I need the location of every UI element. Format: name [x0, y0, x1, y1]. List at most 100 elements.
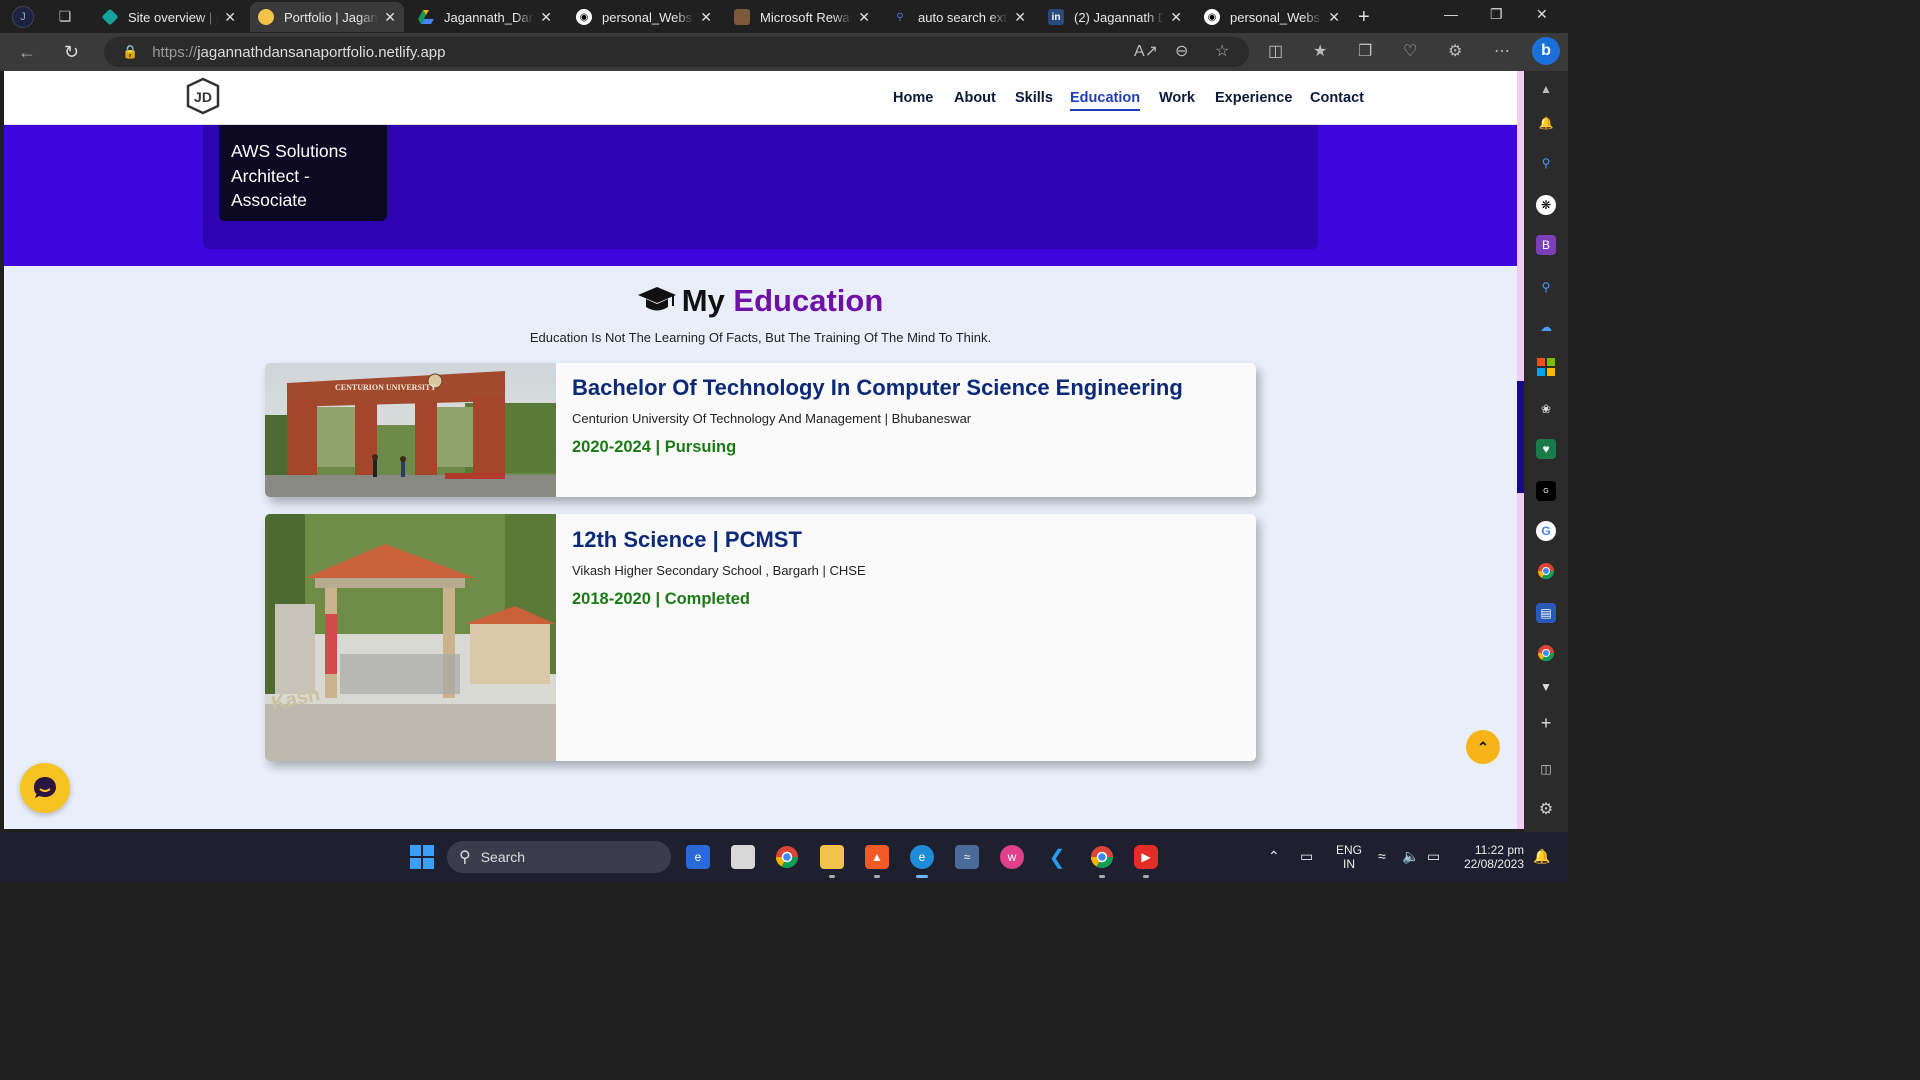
close-icon[interactable]: ✕	[1014, 9, 1026, 26]
taskbar-search[interactable]: ⚲ Search	[447, 841, 671, 873]
nav-about[interactable]: About	[954, 90, 996, 106]
onedrive-icon[interactable]: ☁	[1536, 317, 1556, 337]
search-icon[interactable]: ⚲	[1536, 153, 1556, 173]
minimize-icon[interactable]: —	[1444, 6, 1458, 22]
nav-contact[interactable]: Contact	[1310, 90, 1364, 106]
edge-icon[interactable]: e	[910, 845, 934, 869]
language-indicator[interactable]: ENG IN	[1336, 843, 1362, 871]
close-icon[interactable]: ✕	[858, 9, 870, 26]
heading-accent: Education	[733, 283, 884, 318]
page-scrollbar-thumb[interactable]	[1517, 381, 1524, 493]
close-icon[interactable]: ✕	[700, 9, 712, 26]
brave-icon[interactable]: ▲	[865, 845, 889, 869]
settings-gear-icon[interactable]: ⚙	[1536, 799, 1556, 819]
b-app-icon[interactable]: B	[1536, 235, 1556, 255]
youtube-icon[interactable]: ▶	[1134, 845, 1158, 869]
extensions-icon[interactable]: ⚙	[1448, 41, 1462, 61]
tab-github-1[interactable]: ◉ personal_Website ✕	[568, 2, 720, 32]
scroll-to-top-button[interactable]: ⌃	[1466, 730, 1500, 764]
sidebar-toggle-icon[interactable]: ◫	[1536, 759, 1556, 779]
bing-copilot-icon[interactable]: b	[1532, 37, 1560, 65]
more-menu-icon[interactable]: ⋯	[1494, 41, 1510, 61]
browser-essentials-icon[interactable]: ♡	[1403, 41, 1417, 61]
certification-card[interactable]: AWS Solutions Architect - Associate	[219, 125, 387, 221]
chatgpt-icon[interactable]: ❋	[1536, 195, 1556, 215]
zoom-icon[interactable]: ⊖	[1175, 41, 1188, 61]
clock[interactable]: 11:22 pm 22/08/2023	[1458, 843, 1524, 871]
centurion-university-image: CENTURION UNIVERSITY	[265, 363, 556, 497]
chrome-app-2-icon[interactable]	[1536, 643, 1556, 663]
education-card[interactable]: Kash 12th Science | PCMST Vikash Higher …	[265, 514, 1256, 761]
nav-experience[interactable]: Experience	[1215, 90, 1292, 106]
close-icon[interactable]: ✕	[224, 9, 236, 26]
chrome-icon[interactable]	[775, 845, 799, 869]
office-icon[interactable]	[1536, 357, 1556, 377]
search-icon: ⚲	[459, 849, 471, 866]
restore-icon[interactable]: ❐	[1490, 6, 1503, 23]
task-view-icon[interactable]	[731, 845, 755, 869]
tab-github-2[interactable]: ◉ personal_Website ✕	[1196, 2, 1348, 32]
tab-linkedin[interactable]: in (2) Jagannath Da ✕	[1040, 2, 1190, 32]
tab-portfolio[interactable]: Portfolio | Jaganr ✕	[250, 2, 404, 32]
url-field[interactable]: 🔒 https://jagannathdansanaportfolio.netl…	[104, 37, 1249, 67]
running-indicator	[829, 875, 835, 878]
chat-widget-button[interactable]	[20, 763, 70, 813]
add-icon[interactable]: +	[1536, 713, 1556, 733]
tab-auto-search[interactable]: ⚲ auto search exte ✕	[884, 2, 1034, 32]
notifications-icon[interactable]: 🔔	[1536, 113, 1556, 133]
grammarly-icon[interactable]: G	[1536, 481, 1556, 501]
wifi-icon[interactable]: ≈	[1378, 848, 1386, 864]
file-explorer-icon[interactable]	[820, 845, 844, 869]
drive-icon	[418, 9, 434, 25]
collections-icon[interactable]: ❐	[1358, 41, 1372, 61]
close-icon[interactable]: ✕	[384, 9, 396, 26]
split-screen-icon[interactable]: ◫	[1268, 41, 1283, 61]
back-icon[interactable]: ←	[18, 42, 36, 63]
vscode-icon[interactable]: ❮	[1045, 845, 1069, 869]
chrome-app-icon[interactable]	[1536, 561, 1556, 581]
tray-display-icon[interactable]: ▭	[1300, 848, 1313, 865]
new-tab-icon[interactable]: +	[1358, 6, 1370, 29]
profile-avatar[interactable]: J	[12, 5, 34, 28]
close-icon[interactable]: ✕	[1328, 9, 1340, 26]
favorite-star-icon[interactable]: ☆	[1215, 41, 1229, 61]
rewards-icon	[734, 9, 750, 25]
nav-education[interactable]: Education	[1070, 90, 1141, 111]
google-icon[interactable]: G	[1536, 521, 1556, 541]
close-icon[interactable]: ✕	[540, 9, 552, 26]
scroll-up-arrow-icon[interactable]: ▲	[1536, 79, 1556, 99]
tab-site-overview[interactable]: Site overview | ja ✕	[94, 2, 244, 32]
wps-office-icon[interactable]: w	[1000, 845, 1024, 869]
edge-preview-icon[interactable]: e	[686, 845, 710, 869]
chrome-profile-icon[interactable]	[1090, 845, 1114, 869]
tab-microsoft-rewards[interactable]: Microsoft Rewar ✕	[726, 2, 878, 32]
chevron-down-icon[interactable]: ▼	[1536, 677, 1556, 697]
extension-green-icon[interactable]: ♥	[1536, 439, 1556, 459]
bug-icon[interactable]: ❀	[1536, 399, 1556, 419]
education-card[interactable]: CENTURION UNIVERSITY Bachelor Of Technol…	[265, 363, 1256, 497]
graduation-cap-icon	[637, 285, 676, 321]
vikash-school-image: Kash	[265, 514, 556, 761]
refresh-icon[interactable]: ↻	[64, 42, 79, 63]
education-institution: Vikash Higher Secondary School , Bargarh…	[572, 563, 866, 578]
nav-work[interactable]: Work	[1159, 90, 1195, 106]
running-indicator	[1143, 875, 1149, 878]
nav-home[interactable]: Home	[893, 90, 933, 106]
notification-bell-icon[interactable]: 🔔	[1533, 848, 1550, 865]
windows-start-icon[interactable]	[410, 845, 434, 869]
tab-drive[interactable]: Jagannath_Dansa ✕	[410, 2, 560, 32]
favorites-icon[interactable]: ★	[1313, 41, 1327, 61]
site-logo[interactable]: JD	[184, 77, 222, 115]
battery-icon[interactable]: ▭	[1427, 848, 1440, 865]
tray-overflow-chevron-icon[interactable]: ⌃	[1268, 848, 1280, 865]
address-bar-row: ← ↻ 🔒 https://jagannathdansanaportfolio.…	[0, 33, 1568, 71]
performance-monitor-icon[interactable]: ≈	[955, 845, 979, 869]
volume-icon[interactable]: 🔈	[1402, 848, 1419, 865]
discover-search-icon[interactable]: ⚲	[1536, 277, 1556, 297]
close-icon[interactable]: ✕	[1170, 9, 1182, 26]
calendar-app-icon[interactable]: ▤	[1536, 603, 1556, 623]
read-aloud-icon[interactable]: A↗	[1134, 41, 1158, 61]
nav-skills[interactable]: Skills	[1015, 90, 1053, 106]
tab-actions-icon[interactable]: ❏	[54, 6, 76, 28]
window-close-icon[interactable]: ✕	[1536, 6, 1548, 23]
